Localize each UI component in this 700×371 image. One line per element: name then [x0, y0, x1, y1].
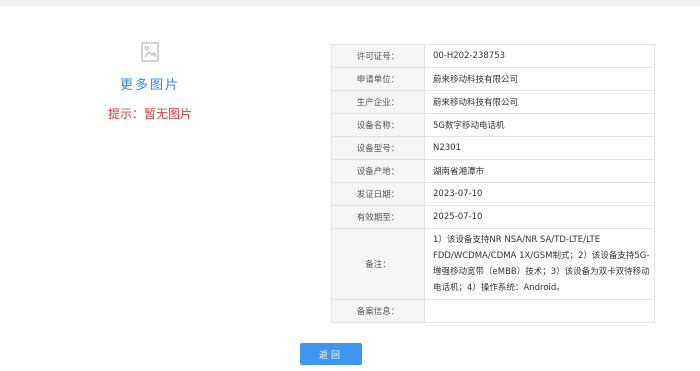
row-value: 湖南省湘潭市 — [424, 159, 655, 183]
row-label: 设备名称： — [331, 113, 425, 137]
table-row: 申请单位： 蔚来移动科技有限公司 — [331, 67, 655, 91]
back-button[interactable]: 返回 — [300, 343, 362, 365]
row-value: 2023-07-10 — [424, 182, 655, 206]
table-row: 设备名称： 5G数字移动电话机 — [331, 113, 655, 137]
table-row: 设备型号： N2301 — [331, 136, 655, 160]
certificate-info-table: 许可证号： 00-H202-238753 申请单位： 蔚来移动科技有限公司 生产… — [331, 44, 655, 323]
table-row: 生产企业： 蔚来移动科技有限公司 — [331, 90, 655, 114]
row-label: 有效期至： — [331, 205, 425, 229]
row-label: 生产企业： — [331, 90, 425, 114]
image-placeholder-icon — [141, 42, 159, 62]
table-row: 发证日期： 2023-07-10 — [331, 182, 655, 206]
row-label: 发证日期： — [331, 182, 425, 206]
row-label: 设备型号： — [331, 136, 425, 160]
table-row: 有效期至： 2025-07-10 — [331, 205, 655, 229]
table-row: 备注： 1）该设备支持NR NSA/NR SA/TD-LTE/LTE FDD/W… — [331, 228, 655, 300]
table-row: 许可证号： 00-H202-238753 — [331, 44, 655, 68]
row-value: N2301 — [424, 136, 655, 160]
row-value: 5G数字移动电话机 — [424, 113, 655, 137]
row-value: 蔚来移动科技有限公司 — [424, 90, 655, 114]
row-value — [424, 299, 655, 323]
row-label: 备案信息： — [331, 299, 425, 323]
row-value: 00-H202-238753 — [424, 44, 655, 68]
table-row: 备案信息： — [331, 299, 655, 323]
more-images-link[interactable]: 更多图片 — [100, 74, 200, 93]
row-value: 2025-07-10 — [424, 205, 655, 229]
row-label: 备注： — [331, 228, 425, 300]
row-value: 蔚来移动科技有限公司 — [424, 67, 655, 91]
top-bar — [0, 0, 700, 6]
no-image-hint: 提示：暂无图片 — [107, 107, 192, 121]
row-label: 设备产地： — [331, 159, 425, 183]
table-row: 设备产地： 湖南省湘潭市 — [331, 159, 655, 183]
row-label: 申请单位： — [331, 67, 425, 91]
row-value: 1）该设备支持NR NSA/NR SA/TD-LTE/LTE FDD/WCDMA… — [424, 228, 655, 300]
row-label: 许可证号： — [331, 44, 425, 68]
image-panel: 更多图片 提示：暂无图片 — [100, 42, 200, 122]
